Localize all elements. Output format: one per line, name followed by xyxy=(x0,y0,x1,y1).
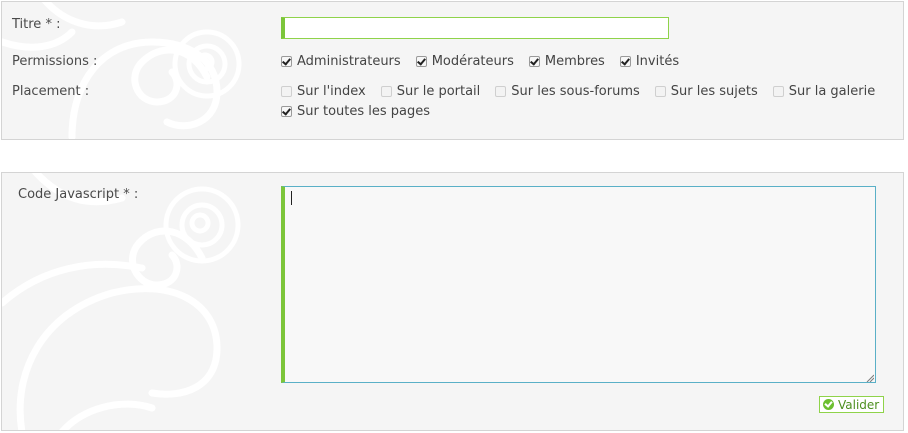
permissions-options: Administrateurs Modérateurs Membres Invi… xyxy=(281,54,694,69)
placement-portail[interactable]: Sur le portail xyxy=(380,84,481,99)
code-panel: Code Javascript * : Valider xyxy=(1,172,904,431)
placement-options: Sur l'index Sur le portail Sur les sous-… xyxy=(281,84,890,99)
placement-toutes-pages[interactable]: Sur toutes les pages xyxy=(281,104,430,119)
placement-all-row: Sur toutes les pages xyxy=(281,104,445,119)
checkbox[interactable] xyxy=(772,86,784,97)
checkbox-label: Sur l'index xyxy=(297,84,366,99)
permission-membres[interactable]: Membres xyxy=(528,54,605,69)
checkbox-label: Sur toutes les pages xyxy=(297,104,431,119)
text-caret xyxy=(291,191,292,205)
checkbox[interactable] xyxy=(528,56,540,67)
placement-sujets[interactable]: Sur les sujets xyxy=(654,84,758,99)
code-label: Code Javascript * : xyxy=(18,187,139,202)
checkbox-label: Invités xyxy=(635,54,680,69)
checkbox[interactable] xyxy=(281,106,292,117)
title-input[interactable] xyxy=(281,17,669,39)
code-textarea[interactable] xyxy=(281,186,876,383)
placement-index[interactable]: Sur l'index xyxy=(281,84,366,99)
checkbox[interactable] xyxy=(619,56,631,67)
check-circle-icon xyxy=(823,399,834,410)
title-label: Titre * : xyxy=(12,17,61,32)
checkbox-label: Sur les sujets xyxy=(670,84,758,99)
checkbox-label: Membres xyxy=(544,54,605,69)
checkbox-label: Sur la galerie xyxy=(788,84,876,99)
checkbox[interactable] xyxy=(281,86,292,97)
checkbox[interactable] xyxy=(654,86,666,97)
checkbox-label: Sur les sous-forums xyxy=(511,84,640,99)
permission-invites[interactable]: Invités xyxy=(619,54,680,69)
checkbox[interactable] xyxy=(380,86,392,97)
checkbox-label: Sur le portail xyxy=(396,84,481,99)
valider-button[interactable]: Valider xyxy=(819,396,885,413)
settings-panel: Titre * : Permissions : Administrateurs … xyxy=(1,1,904,140)
swirl-decoration xyxy=(2,173,241,430)
checkbox[interactable] xyxy=(495,86,507,97)
permission-administrateurs[interactable]: Administrateurs xyxy=(281,54,401,69)
valider-label: Valider xyxy=(838,397,880,412)
resize-grip-icon[interactable] xyxy=(866,374,874,382)
placement-galerie[interactable]: Sur la galerie xyxy=(772,84,876,99)
permission-moderateurs[interactable]: Modérateurs xyxy=(415,54,514,69)
checkbox-label: Modérateurs xyxy=(431,54,514,69)
checkbox[interactable] xyxy=(281,56,292,67)
checkbox-label: Administrateurs xyxy=(297,54,401,69)
checkbox[interactable] xyxy=(415,56,427,67)
permissions-label: Permissions : xyxy=(12,54,98,69)
placement-label: Placement : xyxy=(12,84,90,99)
placement-sous-forums[interactable]: Sur les sous-forums xyxy=(495,84,640,99)
